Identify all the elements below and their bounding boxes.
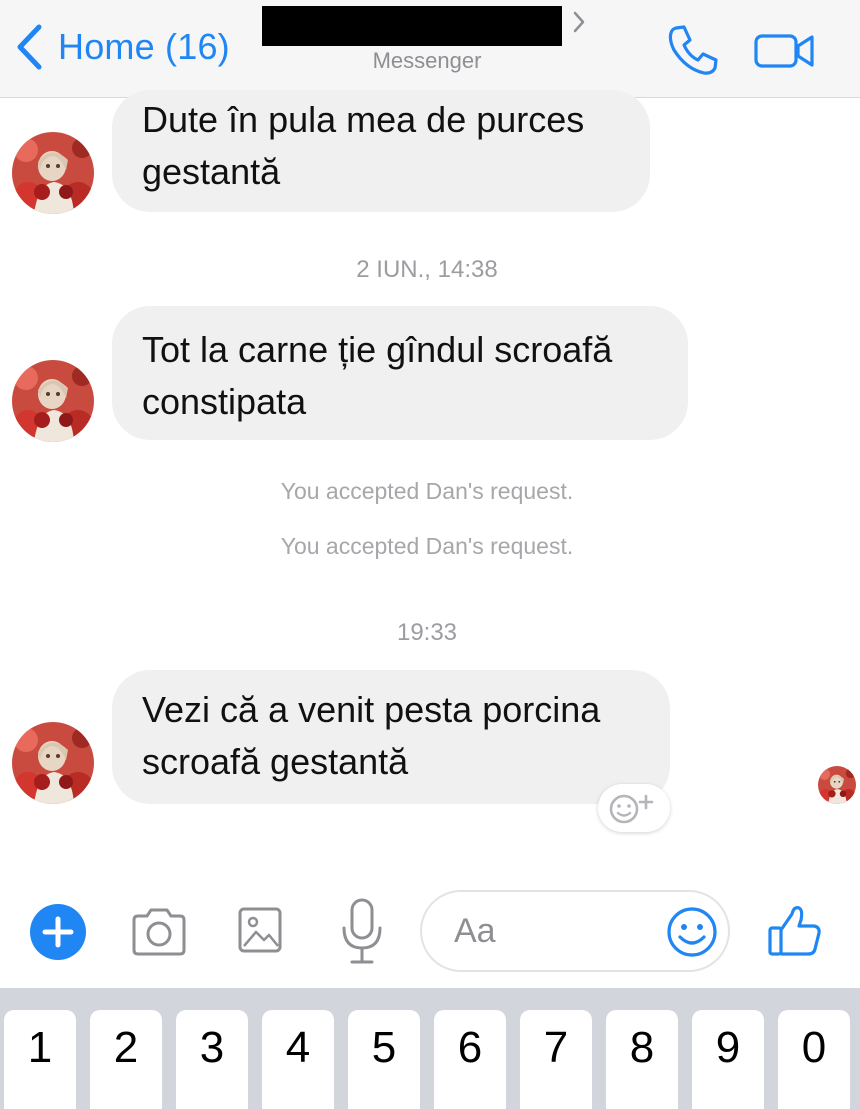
header-subtitle: Messenger [372,48,482,73]
message-input[interactable] [454,906,654,956]
contact-avatar[interactable] [12,722,94,804]
chevron-right-icon[interactable] [570,8,588,36]
add-reaction-button[interactable] [598,784,670,832]
avatar-photo [12,722,94,804]
camera-icon[interactable] [128,906,190,958]
message-bubble[interactable]: Vezi că a venit pesta porcina scroafă ge… [112,670,670,804]
image-icon[interactable] [236,904,284,956]
thumbs-up-icon[interactable] [766,902,824,960]
plus-icon [42,916,74,948]
plus-button[interactable] [30,904,86,960]
contact-name-redacted[interactable] [262,6,562,46]
timestamp: 19:33 [396,619,458,646]
message-composer [0,878,860,986]
key-3[interactable]: 3 [176,1010,248,1109]
video-camera-icon[interactable] [752,20,818,80]
message-line: constipata [142,381,307,422]
avatar-photo [818,766,856,804]
message-line: Tot la carne ție gîndul scroafă [142,329,613,370]
message-bubble[interactable]: Tot la carne ție gîndul scroafă constipa… [112,306,688,440]
key-2[interactable]: 2 [90,1010,162,1109]
key-1[interactable]: 1 [4,1010,76,1109]
key-0[interactable]: 0 [778,1010,850,1109]
add-reaction-icon [609,794,654,824]
timestamp: 2 IUN., 14:38 [356,256,498,283]
key-4[interactable]: 4 [262,1010,334,1109]
key-9[interactable]: 9 [692,1010,764,1109]
keyboard: 1 2 3 4 5 6 7 8 9 0 [0,988,860,1109]
seen-indicator-avatar [818,766,856,804]
message-line: scroafă gestantă [142,741,409,782]
contact-avatar[interactable] [12,360,94,442]
microphone-icon[interactable] [338,896,386,968]
phone-icon[interactable] [662,20,722,80]
key-5[interactable]: 5 [348,1010,420,1109]
system-message: You accepted Dan's request. [280,478,574,504]
avatar-photo [12,360,94,442]
avatar-photo [12,132,94,214]
message-line: gestantă [142,151,281,192]
system-message: You accepted Dan's request. [280,533,574,559]
contact-avatar[interactable] [12,132,94,214]
key-7[interactable]: 7 [520,1010,592,1109]
conversation-header: Home (16) Messenger [0,0,860,98]
message-input-container[interactable] [420,890,730,972]
key-6[interactable]: 6 [434,1010,506,1109]
emoji-icon[interactable] [664,904,720,960]
message-line: Dute în pula mea de purces [142,99,585,140]
message-bubble[interactable]: Dute în pula mea de purces gestantă [112,90,650,212]
message-line: Vezi că a venit pesta porcina [142,689,601,730]
key-8[interactable]: 8 [606,1010,678,1109]
